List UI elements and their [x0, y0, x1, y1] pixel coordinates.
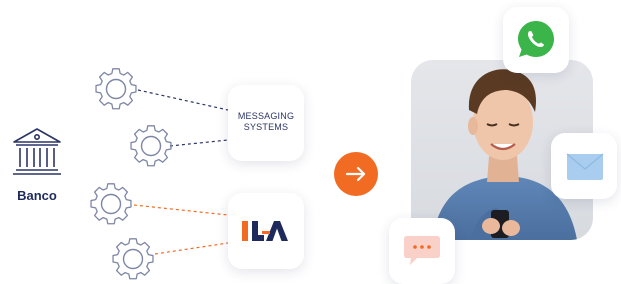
whatsapp-card [503, 7, 569, 73]
ila-logo [242, 221, 288, 241]
gear-icon [112, 238, 154, 280]
whatsapp-icon [518, 21, 554, 57]
email-card [551, 133, 617, 199]
connector-line [154, 242, 229, 255]
connector-line [133, 204, 229, 216]
messaging-line-1: MESSAGING [237, 111, 295, 121]
gear-icon [130, 125, 172, 167]
arrow-next-button[interactable] [334, 152, 378, 196]
connector-line [137, 89, 229, 111]
gear-icon [95, 68, 137, 110]
arrow-right-icon [345, 166, 366, 182]
messaging-systems-label: MESSAGING SYSTEMS [228, 111, 304, 133]
chat-card [389, 218, 455, 284]
messaging-line-2: SYSTEMS [243, 122, 289, 132]
email-icon [566, 153, 604, 180]
connector-line [169, 139, 229, 147]
messaging-systems-card: MESSAGING SYSTEMS [228, 85, 304, 161]
gear-icon [90, 183, 132, 225]
chat-bubble-icon [404, 236, 440, 265]
ila-card [228, 193, 304, 269]
